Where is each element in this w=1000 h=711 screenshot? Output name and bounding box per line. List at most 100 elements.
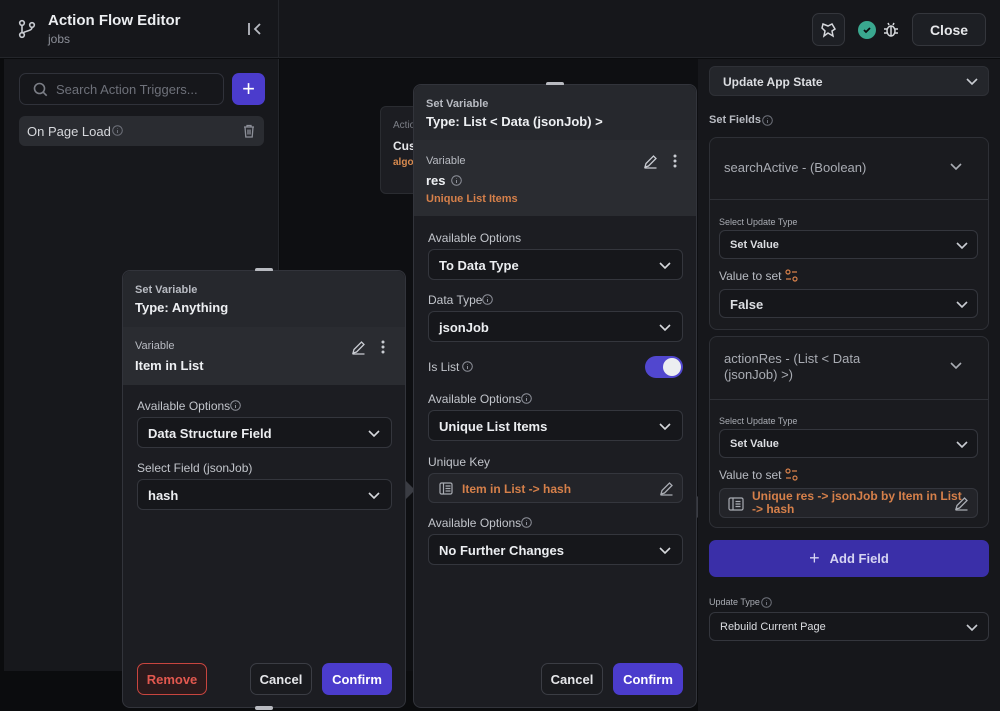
app-subtitle: jobs	[48, 32, 71, 46]
data-type-label: Data Type	[428, 293, 483, 307]
add-trigger-button[interactable]: +	[232, 73, 265, 105]
header-bar: Action Flow Editor jobs Close	[0, 0, 1000, 58]
confirm-button[interactable]: Confirm	[322, 663, 392, 695]
chevron-down-icon	[950, 362, 962, 370]
edit-pencil-icon[interactable]	[954, 496, 969, 511]
action-properties-panel: Update App State Set Fields searchActive…	[698, 59, 1000, 711]
trigger-item-on-page-load[interactable]: On Page Load	[19, 116, 264, 146]
variable-label: Variable	[426, 155, 466, 167]
panel-header: Set Variable Type: Anything	[123, 271, 405, 327]
info-icon	[230, 400, 241, 411]
chevron-down-icon	[956, 301, 968, 309]
available-options-value: To Data Type	[439, 258, 519, 273]
select-field-value: hash	[148, 488, 179, 503]
more-vertical-icon[interactable]	[673, 154, 677, 168]
info-icon	[112, 125, 123, 136]
edit-pencil-icon[interactable]	[351, 340, 366, 355]
available-options-label: Available Options	[428, 516, 522, 530]
set-fields-label: Set Fields	[709, 114, 761, 126]
more-vertical-icon[interactable]	[381, 340, 385, 354]
collapse-left-icon	[248, 23, 261, 35]
chevron-down-icon	[659, 262, 671, 270]
info-icon	[521, 517, 532, 528]
toggle-knob	[663, 358, 681, 376]
rebuild-type-dropdown[interactable]: Rebuild Current Page	[709, 612, 989, 641]
add-field-label: Add Field	[829, 551, 889, 566]
trash-icon[interactable]	[243, 124, 255, 138]
remove-button[interactable]: Remove	[137, 663, 207, 695]
available-options-value: Unique List Items	[439, 419, 548, 434]
bug-icon	[884, 22, 898, 37]
panel-header-label: Set Variable	[135, 284, 198, 296]
list-function-icon	[439, 482, 453, 495]
available-options-dropdown[interactable]: Unique List Items	[428, 410, 683, 441]
edit-pencil-icon[interactable]	[643, 154, 658, 169]
debug-status-group[interactable]	[853, 13, 905, 46]
data-type-dropdown[interactable]: jsonJob	[428, 311, 683, 342]
variable-name: res	[426, 173, 446, 188]
cancel-button[interactable]: Cancel	[250, 663, 312, 695]
field-header[interactable]: searchActive - (Boolean)	[710, 138, 988, 200]
panel-header: Set Variable Type: List < Data (jsonJob)…	[414, 85, 696, 140]
available-options-dropdown[interactable]: No Further Changes	[428, 534, 683, 565]
close-button[interactable]: Close	[912, 13, 986, 46]
chevron-down-icon	[956, 441, 968, 449]
panel-header-label: Set Variable	[426, 98, 489, 110]
variable-source-icon[interactable]	[785, 468, 798, 481]
field-header[interactable]: actionRes - (List < Data (jsonJob) >)	[710, 337, 988, 400]
search-placeholder: Search Action Triggers...	[56, 82, 198, 97]
update-type-dropdown[interactable]: Set Value	[719, 230, 978, 259]
variable-source-icon[interactable]	[785, 269, 798, 282]
search-triggers-input[interactable]: Search Action Triggers...	[19, 73, 224, 105]
flow-options-button[interactable]	[812, 13, 845, 46]
check-status-icon	[858, 20, 876, 39]
value-expression-field[interactable]: Unique res -> jsonJob by Item in List ->…	[719, 488, 978, 518]
action-type-dropdown[interactable]: Update App State	[709, 66, 989, 96]
chevron-down-icon	[368, 430, 380, 438]
chevron-down-icon	[659, 547, 671, 555]
chevron-down-icon	[956, 242, 968, 250]
plus-icon: +	[809, 548, 820, 568]
update-type-dropdown[interactable]: Set Value	[719, 429, 978, 458]
is-list-toggle[interactable]	[645, 356, 683, 378]
variable-sub: Unique List Items	[426, 193, 518, 205]
add-field-button[interactable]: + Add Field	[709, 540, 989, 577]
trigger-label: On Page Load	[27, 124, 111, 139]
app-title: Action Flow Editor	[48, 12, 181, 29]
ai-flow-icon	[820, 22, 836, 38]
drag-handle[interactable]	[255, 706, 273, 710]
variable-section: Variable res Unique List Items	[414, 140, 696, 216]
available-options-value: No Further Changes	[439, 543, 564, 558]
header-divider	[278, 0, 279, 58]
collapse-sidebar-button[interactable]	[244, 18, 266, 40]
update-type-value: Set Value	[730, 239, 779, 251]
confirm-button[interactable]: Confirm	[613, 663, 683, 695]
chevron-down-icon	[659, 324, 671, 332]
update-type-label: Select Update Type	[719, 217, 798, 227]
available-options-dropdown[interactable]: Data Structure Field	[137, 417, 392, 448]
select-field-dropdown[interactable]: hash	[137, 479, 392, 510]
edit-pencil-icon[interactable]	[659, 481, 674, 496]
panel-header-type: Type: List < Data (jsonJob) >	[426, 114, 603, 129]
bg-node-sub: algo	[393, 157, 414, 168]
data-type-value: jsonJob	[439, 320, 489, 335]
available-options-dropdown[interactable]: To Data Type	[428, 249, 683, 280]
is-list-label: Is List	[428, 360, 460, 374]
field-name-line2: (jsonJob) >)	[724, 367, 793, 382]
action-type-value: Update App State	[723, 75, 823, 89]
available-options-label: Available Options	[428, 231, 522, 245]
set-variable-panel-res: Set Variable Type: List < Data (jsonJob)…	[413, 82, 697, 708]
info-icon	[451, 175, 462, 186]
value-dropdown[interactable]: False	[719, 289, 978, 318]
update-type-label: Update Type	[709, 597, 760, 607]
variable-section: Variable Item in List	[123, 327, 405, 385]
field-name-line1: actionRes - (List < Data	[724, 351, 861, 366]
value-expression-line2: -> hash	[752, 502, 795, 516]
flow-branch-icon	[16, 18, 38, 40]
cancel-button[interactable]: Cancel	[541, 663, 603, 695]
value-to-set-label: Value to set	[719, 468, 782, 482]
info-icon	[462, 361, 473, 372]
chevron-down-icon	[950, 163, 962, 171]
unique-key-field[interactable]: Item in List -> hash	[428, 473, 683, 503]
variable-label: Variable	[135, 340, 175, 352]
